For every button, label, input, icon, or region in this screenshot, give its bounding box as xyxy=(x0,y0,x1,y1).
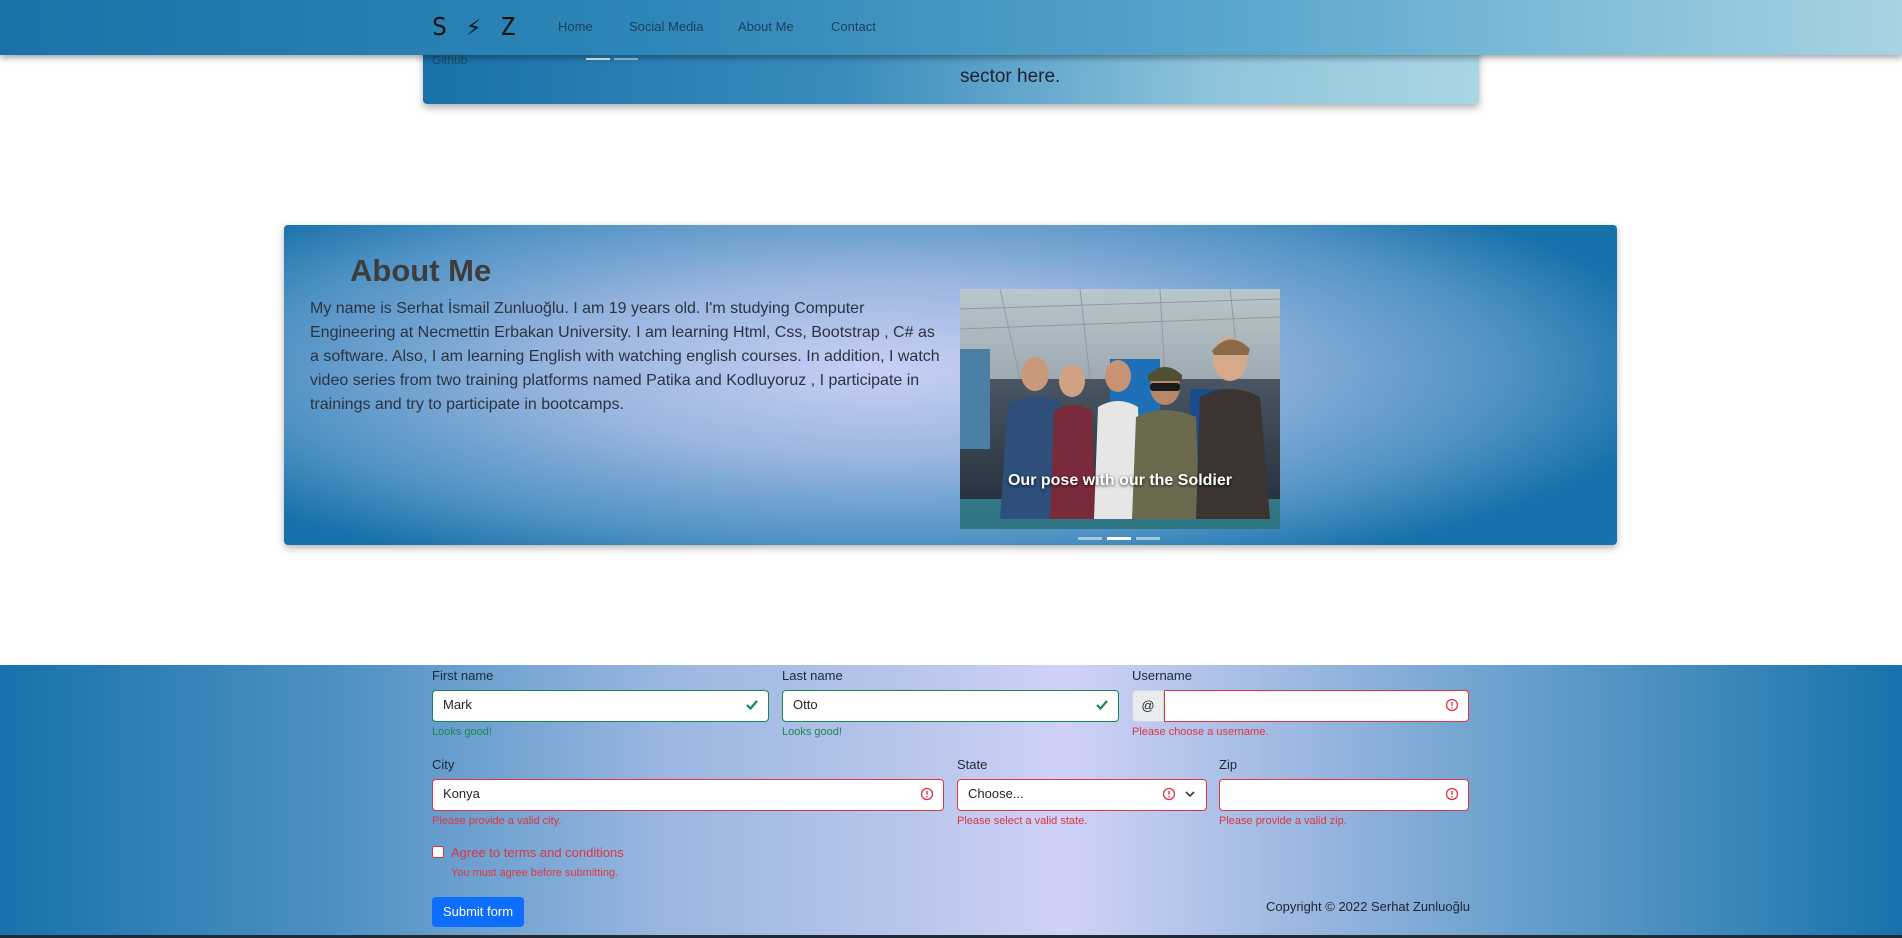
about-paragraph: My name is Serhat İsmail Zunluoğlu. I am… xyxy=(310,300,940,413)
last-name-value: Otto xyxy=(793,697,818,712)
carousel-indicator[interactable] xyxy=(586,58,610,60)
group-photo xyxy=(960,289,1280,529)
nav-link-social-media[interactable]: Social Media xyxy=(629,19,703,34)
nav-link-about-me[interactable]: About Me xyxy=(738,19,794,34)
username-input[interactable] xyxy=(1164,690,1469,722)
error-icon xyxy=(920,787,934,801)
photo-carousel[interactable]: Our pose with our the Soldier xyxy=(960,289,1280,529)
error-icon xyxy=(1162,787,1176,801)
copyright-text: Copyright © 2022 Serhat Zunluoğlu xyxy=(1266,899,1470,914)
carousel-indicator-1[interactable] xyxy=(1078,537,1102,540)
last-name-feedback: Looks good! xyxy=(782,726,842,738)
terms-feedback: You must agree before submitting. xyxy=(451,867,619,879)
first-name-feedback: Looks good! xyxy=(432,726,492,738)
nav-link-home[interactable]: Home xyxy=(558,19,593,34)
city-label: City xyxy=(432,757,455,772)
zip-input[interactable] xyxy=(1219,779,1469,811)
zip-label: Zip xyxy=(1219,757,1238,772)
github-label[interactable]: Github xyxy=(432,53,467,67)
carousel-indicator-3[interactable] xyxy=(1136,537,1160,540)
last-name-label: Last name xyxy=(782,668,843,683)
error-icon xyxy=(1445,787,1459,801)
zip-feedback: Please provide a valid zip. xyxy=(1219,815,1347,827)
about-title: About Me xyxy=(350,253,492,288)
navbar: S ⚡ Z Home Social Media About Me Contact xyxy=(0,0,1902,55)
check-icon xyxy=(746,700,758,711)
first-name-input[interactable]: Mark xyxy=(432,690,769,722)
terms-label[interactable]: Agree to terms and conditions xyxy=(451,845,624,860)
state-label: State xyxy=(957,757,988,772)
carousel-indicator-2[interactable] xyxy=(1107,537,1131,540)
carousel-indicator[interactable] xyxy=(614,58,638,60)
submit-button[interactable]: Submit form xyxy=(432,897,524,927)
username-label: Username xyxy=(1132,668,1192,683)
first-name-label: First name xyxy=(432,668,494,683)
carousel-caption: Our pose with our the Soldier xyxy=(1007,472,1232,489)
card-text: sector here. xyxy=(960,66,1061,87)
city-value: Konya xyxy=(443,786,480,801)
username-prefix: @ xyxy=(1132,690,1164,722)
chevron-down-icon xyxy=(1185,791,1195,798)
terms-checkbox[interactable] xyxy=(432,846,444,858)
state-select[interactable]: Choose... xyxy=(957,779,1207,811)
city-feedback: Please provide a valid city. xyxy=(432,815,562,827)
state-feedback: Please select a valid state. xyxy=(957,815,1088,827)
error-icon xyxy=(1445,698,1459,712)
state-value: Choose... xyxy=(968,786,1024,801)
username-feedback: Please choose a username. xyxy=(1132,726,1269,738)
city-input[interactable]: Konya xyxy=(432,779,944,811)
check-icon xyxy=(1096,700,1108,711)
brand-logo[interactable]: S ⚡ Z xyxy=(432,12,517,41)
first-name-value: Mark xyxy=(443,697,472,712)
nav-link-contact[interactable]: Contact xyxy=(831,19,876,34)
last-name-input[interactable]: Otto xyxy=(782,690,1119,722)
